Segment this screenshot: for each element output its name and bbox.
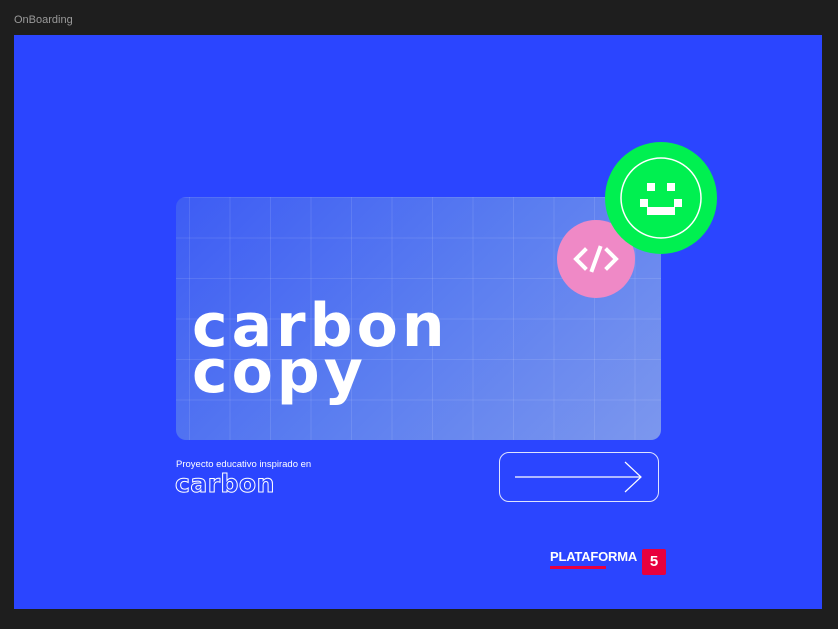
hero-title: carbon copy	[192, 296, 449, 402]
onboarding-frame: carbon copy Proyecto educativo inspirado…	[14, 35, 822, 609]
logo-number: 5	[642, 549, 667, 575]
arrow-right-icon	[515, 461, 642, 493]
plataforma-5-logo: PLATAFORMA 5	[550, 549, 667, 575]
frame-label: OnBoarding	[14, 14, 73, 26]
code-brackets-icon	[573, 245, 619, 273]
logo-word: PLATAFORMA	[550, 549, 637, 569]
pixel-smiley-icon	[620, 157, 702, 239]
brand-outline: carbon	[175, 469, 275, 499]
logo-text: PLATAFORMA	[550, 549, 638, 564]
smiley-badge	[605, 142, 717, 254]
logo-underline	[550, 566, 606, 569]
next-button[interactable]	[499, 452, 659, 502]
